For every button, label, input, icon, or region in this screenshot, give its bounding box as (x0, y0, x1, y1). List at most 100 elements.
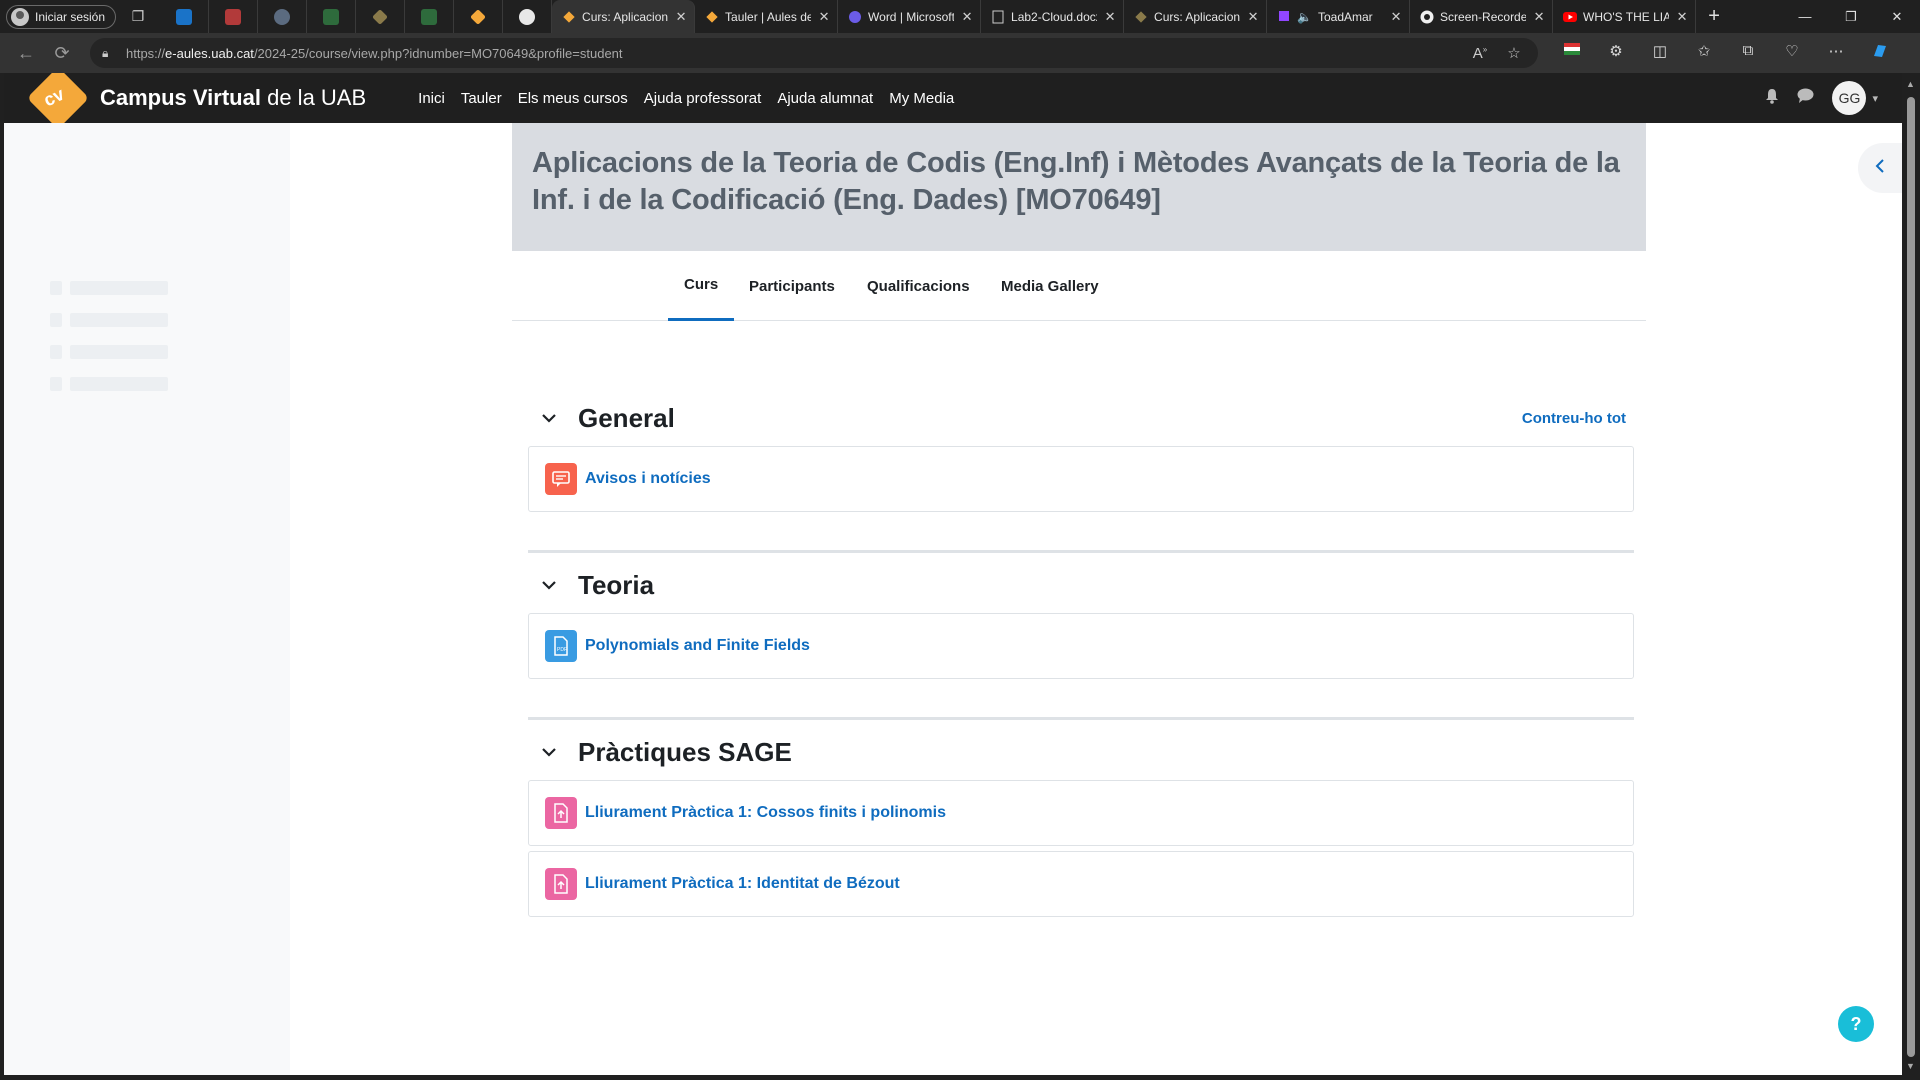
pinned-tab-check[interactable] (258, 0, 308, 33)
activity-link[interactable]: Polynomials and Finite Fields (585, 637, 810, 655)
github-icon (1420, 10, 1434, 24)
chatgpt-icon (519, 8, 536, 25)
activity-link[interactable]: Lliurament Pràctica 1: Identitat de Bézo… (585, 875, 900, 893)
collapse-all-link[interactable]: Contreu-ho tot (1522, 410, 1626, 427)
collections-icon[interactable]: ⧉ (1726, 42, 1770, 64)
loading-placeholder (50, 377, 168, 391)
nav-my-media[interactable]: My Media (889, 90, 954, 107)
scrollbar-thumb[interactable] (1907, 97, 1915, 1057)
nav-tauler[interactable]: Tauler (461, 90, 502, 107)
pinned-tab-moodle[interactable] (356, 0, 406, 33)
close-tab-icon[interactable]: ✕ (1532, 9, 1546, 25)
nav-els-meus-cursos[interactable]: Els meus cursos (518, 90, 628, 107)
nav-inici[interactable]: Inici (418, 90, 445, 107)
restore-icon[interactable]: ❐ (1828, 0, 1874, 33)
site-brand[interactable]: Campus Virtual de la UAB (100, 85, 366, 111)
course-tabs: Curs Participants Qualificacions Media G… (512, 251, 1646, 321)
scroll-up-icon[interactable]: ▲ (1906, 79, 1915, 89)
activity-assignment[interactable]: Lliurament Pràctica 1: Cossos finits i p… (528, 780, 1634, 846)
read-aloud-icon[interactable]: A» (1468, 45, 1492, 62)
activity-assignment[interactable]: Lliurament Pràctica 1: Identitat de Bézo… (528, 851, 1634, 917)
minimize-icon[interactable]: — (1782, 0, 1828, 33)
tab-youtube[interactable]: WHO'S THE LIAR ✕ (1553, 0, 1697, 33)
pinned-tab-uab[interactable] (307, 0, 357, 33)
chevron-down-icon[interactable] (538, 741, 560, 763)
activity-link[interactable]: Lliurament Pràctica 1: Cossos finits i p… (585, 804, 946, 822)
extensions-icon[interactable]: ⚙ (1594, 42, 1638, 64)
workspaces-icon[interactable]: ❐ (116, 0, 160, 33)
campus-virtual-logo[interactable]: cv (24, 73, 92, 130)
browser-essentials-icon[interactable]: ♡ (1770, 42, 1814, 64)
activity-forum[interactable]: Avisos i notícies (528, 446, 1634, 512)
page-title: Aplicacions de la Teoria de Codis (Eng.I… (532, 147, 1620, 216)
chevron-down-icon[interactable]: ▾ (1872, 92, 1878, 105)
scroll-down-icon[interactable]: ▼ (1906, 1061, 1915, 1071)
pinned-tab-uab-2[interactable] (405, 0, 455, 33)
split-screen-icon[interactable]: ◫ (1638, 42, 1682, 64)
lock-icon[interactable]: 🔒︎ (102, 46, 116, 60)
messages-icon[interactable] (1797, 88, 1814, 108)
close-tab-icon[interactable]: ✕ (1675, 9, 1689, 25)
new-tab-button[interactable]: + (1696, 5, 1732, 28)
activity-link[interactable]: Avisos i notícies (585, 470, 711, 488)
section-title[interactable]: General (578, 403, 675, 434)
page-scrollbar[interactable]: ▲ ▼ (1902, 73, 1920, 1075)
tab-twitch[interactable]: 🔈 ToadAmar ✕ (1267, 0, 1411, 33)
nav-ajuda-professorat[interactable]: Ajuda professorat (644, 90, 762, 107)
primary-navigation: Inici Tauler Els meus cursos Ajuda profe… (418, 90, 970, 107)
close-tab-icon[interactable]: ✕ (817, 9, 831, 25)
moodle-diamond-icon (1134, 10, 1148, 24)
pinned-tab-moodle-2[interactable] (454, 0, 504, 33)
bell-icon[interactable] (1765, 88, 1779, 109)
pinned-tab-chatgpt[interactable] (503, 0, 553, 33)
youtube-icon (1563, 10, 1578, 24)
close-tab-icon[interactable]: ✕ (1103, 9, 1117, 25)
pinned-tab-pdf[interactable] (209, 0, 259, 33)
document-icon (991, 10, 1005, 24)
pinned-tab-outlook[interactable] (160, 0, 210, 33)
tab-tauler[interactable]: Tauler | Aules de ✕ (695, 0, 839, 33)
tab-media-gallery[interactable]: Media Gallery (1001, 251, 1099, 321)
close-window-icon[interactable]: ✕ (1874, 0, 1920, 33)
favorite-star-icon[interactable]: ☆ (1502, 44, 1526, 62)
close-tab-icon[interactable]: ✕ (1389, 9, 1403, 25)
tab-word[interactable]: Word | Microsoft ✕ (838, 0, 982, 33)
profile-avatar-icon (11, 7, 29, 26)
tab-curs-aplicacions[interactable]: Curs: Aplicacions ✕ (552, 0, 696, 33)
flag-extension-icon[interactable] (1550, 42, 1594, 64)
activity-resource[interactable]: PDF Polynomials and Finite Fields (528, 613, 1634, 679)
chevron-down-icon[interactable] (538, 574, 560, 596)
tab-curs-aplicacions-2[interactable]: Curs: Aplicacions ✕ (1124, 0, 1268, 33)
profile-label: Iniciar sesión (35, 9, 106, 24)
loading-placeholder (50, 345, 168, 359)
chevron-down-icon[interactable] (538, 407, 560, 429)
word-icon (848, 10, 862, 24)
refresh-icon[interactable]: ⟳ (44, 37, 80, 69)
tab-qualificacions[interactable]: Qualificacions (867, 251, 970, 321)
tab-curs[interactable]: Curs (668, 251, 735, 321)
close-tab-icon[interactable]: ✕ (960, 9, 974, 25)
section-title[interactable]: Teoria (578, 570, 654, 601)
section-title[interactable]: Pràctiques SAGE (578, 737, 792, 768)
nav-ajuda-alumnat[interactable]: Ajuda alumnat (777, 90, 873, 107)
close-tab-icon[interactable]: ✕ (1246, 9, 1260, 25)
open-block-drawer-button[interactable] (1858, 143, 1902, 193)
browser-profile-button[interactable]: Iniciar sesión (6, 4, 117, 29)
copilot-icon[interactable] (1858, 42, 1902, 64)
tab-participants[interactable]: Participants (749, 251, 835, 321)
user-avatar[interactable]: GG (1832, 81, 1867, 115)
loading-placeholder (50, 313, 168, 327)
speaker-icon[interactable]: 🔈 (1297, 10, 1312, 24)
address-bar[interactable]: 🔒︎ https://e-aules.uab.cat/2024-25/cours… (90, 38, 1538, 68)
tab-github[interactable]: Screen-Recorder ✕ (1410, 0, 1554, 33)
tab-title: ToadAmar (1317, 9, 1373, 24)
help-button[interactable]: ? (1838, 1006, 1874, 1042)
assignment-icon (545, 797, 577, 829)
favorites-icon[interactable]: ✩ (1682, 42, 1726, 64)
more-options-icon[interactable]: ⋯ (1814, 42, 1858, 64)
tab-lab2[interactable]: Lab2-Cloud.docx ✕ (981, 0, 1125, 33)
close-tab-icon[interactable]: ✕ (674, 9, 688, 25)
user-menu-area: GG ▾ (1765, 73, 1878, 123)
back-icon[interactable]: ← (8, 37, 44, 69)
forum-icon (545, 463, 577, 495)
